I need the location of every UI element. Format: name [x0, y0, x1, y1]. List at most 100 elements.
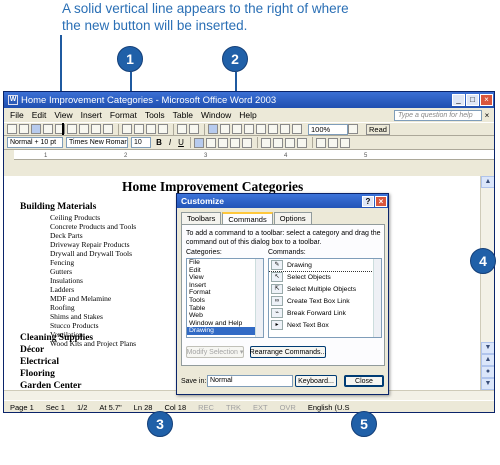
- decrease-indent-icon[interactable]: [285, 137, 295, 148]
- open-icon[interactable]: [19, 124, 29, 134]
- previous-page-icon[interactable]: ▲: [481, 354, 494, 366]
- status-trk[interactable]: TRK: [220, 403, 247, 412]
- commands-scrollbar[interactable]: [373, 259, 381, 337]
- center-icon[interactable]: [206, 137, 216, 148]
- help-search-input[interactable]: Type a question for help: [394, 109, 482, 121]
- category-item[interactable]: Web: [187, 312, 263, 320]
- category-item[interactable]: Insert: [187, 282, 263, 290]
- font-color-icon[interactable]: [340, 137, 350, 148]
- justify-icon[interactable]: [230, 137, 240, 148]
- outside-border-icon[interactable]: [316, 137, 326, 148]
- format-painter-icon[interactable]: [158, 124, 168, 134]
- insert-table-icon[interactable]: [232, 124, 242, 134]
- read-button[interactable]: Read: [366, 123, 390, 135]
- select-browse-object-icon[interactable]: ●: [481, 366, 494, 378]
- keyboard-button[interactable]: Keyboard...: [295, 375, 337, 387]
- close-document-icon[interactable]: ×: [482, 111, 492, 120]
- maximize-button[interactable]: □: [466, 94, 479, 106]
- command-label: Create Text Box Link: [287, 297, 350, 305]
- category-item[interactable]: Tools: [187, 297, 263, 305]
- menu-help[interactable]: Help: [235, 110, 260, 120]
- command-item[interactable]: ⇱ Select Multiple Objects: [269, 283, 381, 295]
- tab-commands[interactable]: Commands: [222, 212, 273, 224]
- menu-format[interactable]: Format: [106, 110, 141, 120]
- menu-view[interactable]: View: [50, 110, 76, 120]
- status-ext[interactable]: EXT: [247, 403, 274, 412]
- help-icon[interactable]: [348, 124, 358, 134]
- font-select[interactable]: Times New Roman: [66, 137, 128, 148]
- save-in-select[interactable]: Normal: [207, 375, 293, 387]
- undo-icon[interactable]: [177, 124, 187, 134]
- document-map-icon[interactable]: [280, 124, 290, 134]
- minimize-button[interactable]: _: [452, 94, 465, 106]
- columns-icon[interactable]: [256, 124, 266, 134]
- line-spacing-icon[interactable]: [242, 137, 252, 148]
- permission-icon[interactable]: [43, 124, 53, 134]
- close-button[interactable]: Close: [344, 375, 384, 387]
- increase-indent-icon[interactable]: [297, 137, 307, 148]
- zoom-select[interactable]: 100%: [308, 123, 348, 135]
- align-left-icon[interactable]: [194, 137, 204, 148]
- numbering-icon[interactable]: [261, 137, 271, 148]
- save-icon[interactable]: [31, 124, 41, 134]
- tab-options[interactable]: Options: [273, 212, 312, 224]
- bold-button[interactable]: B: [154, 138, 164, 148]
- category-item[interactable]: Edit: [187, 267, 263, 275]
- close-window-button[interactable]: ×: [480, 94, 493, 106]
- status-ovr[interactable]: OVR: [274, 403, 302, 412]
- new-document-icon[interactable]: [7, 124, 17, 134]
- command-item[interactable]: ⌁ Break Forward Link: [269, 307, 381, 319]
- category-item[interactable]: Format: [187, 289, 263, 297]
- category-item[interactable]: Window and Help: [187, 320, 263, 328]
- italic-button[interactable]: I: [165, 138, 175, 148]
- menu-bar: File Edit View Insert Format Tools Table…: [4, 108, 494, 122]
- categories-list[interactable]: File Edit View Insert Format Tools Table…: [186, 258, 264, 338]
- highlight-icon[interactable]: [328, 137, 338, 148]
- spelling-icon[interactable]: [91, 124, 101, 134]
- tab-toolbars[interactable]: Toolbars: [181, 212, 222, 224]
- show-hide-icon[interactable]: [292, 124, 302, 134]
- print-preview-icon[interactable]: [79, 124, 89, 134]
- dialog-help-button[interactable]: ?: [362, 195, 374, 207]
- tables-borders-icon[interactable]: [220, 124, 230, 134]
- rearrange-commands-button[interactable]: Rearrange Commands...: [250, 346, 326, 358]
- status-rec[interactable]: REC: [192, 403, 220, 412]
- commands-list[interactable]: ✎ Drawing ↖ Select Objects ⇱ Select Mult…: [268, 258, 382, 338]
- scroll-up-icon[interactable]: ▲: [481, 176, 494, 188]
- paste-icon[interactable]: [146, 124, 156, 134]
- category-item[interactable]: File: [187, 259, 263, 267]
- bullets-icon[interactable]: [273, 137, 283, 148]
- menu-table[interactable]: Table: [169, 110, 197, 120]
- category-item[interactable]: View: [187, 274, 263, 282]
- align-right-icon[interactable]: [218, 137, 228, 148]
- research-icon[interactable]: [103, 124, 113, 134]
- cut-icon[interactable]: [122, 124, 132, 134]
- style-select[interactable]: Normal + 10 pt: [7, 137, 63, 148]
- category-item-selected[interactable]: Drawing: [187, 327, 263, 335]
- category-item[interactable]: Table: [187, 305, 263, 313]
- menu-tools[interactable]: Tools: [141, 110, 169, 120]
- hyperlink-icon[interactable]: [208, 124, 218, 134]
- horizontal-ruler[interactable]: 1 2 3 4 5: [14, 150, 494, 160]
- modify-selection-button[interactable]: Modify Selection ▾: [186, 346, 244, 358]
- command-item-drawing[interactable]: ✎ Drawing: [269, 259, 381, 272]
- menu-insert[interactable]: Insert: [77, 110, 106, 120]
- dialog-close-icon[interactable]: ×: [375, 195, 387, 207]
- categories-scrollbar[interactable]: [255, 259, 263, 337]
- drawing-icon[interactable]: [268, 124, 278, 134]
- scroll-down-icon[interactable]: ▼: [481, 342, 494, 354]
- command-item[interactable]: ↖ Select Objects: [269, 271, 381, 283]
- font-size-select[interactable]: 10: [131, 137, 151, 148]
- command-item[interactable]: ∞ Create Text Box Link: [269, 295, 381, 307]
- menu-file[interactable]: File: [6, 110, 28, 120]
- command-item[interactable]: ▸ Next Text Box: [269, 319, 381, 331]
- insert-excel-icon[interactable]: [244, 124, 254, 134]
- menu-window[interactable]: Window: [197, 110, 235, 120]
- menu-edit[interactable]: Edit: [28, 110, 51, 120]
- underline-button[interactable]: U: [176, 138, 186, 148]
- copy-icon[interactable]: [134, 124, 144, 134]
- next-page-icon[interactable]: ▼: [481, 378, 494, 390]
- vertical-scrollbar[interactable]: ▲ ▼ ▲ ● ▼: [480, 176, 494, 390]
- print-icon[interactable]: [67, 124, 77, 134]
- redo-icon[interactable]: [189, 124, 199, 134]
